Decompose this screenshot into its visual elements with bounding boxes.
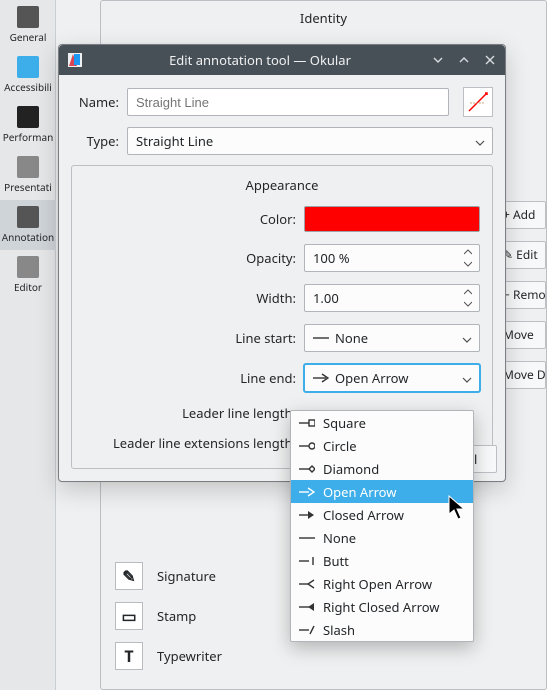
list-item-label: Signature <box>157 567 216 585</box>
leader-line-label: Leader line length: <box>84 404 304 422</box>
dropdown-item-label: Closed Arrow <box>323 506 404 524</box>
line-end-value: Open Arrow <box>335 369 409 387</box>
minimize-button[interactable] <box>429 51 447 69</box>
sidebar-label: Accessibili <box>4 80 52 94</box>
sidebar-label: Annotation <box>2 230 54 244</box>
dropdown-item-slash[interactable]: Slash <box>291 618 473 641</box>
sidebar-icon <box>17 156 39 178</box>
dropdown-item-label: Right Closed Arrow <box>323 598 440 616</box>
dropdown-item-diamond[interactable]: Diamond <box>291 457 473 480</box>
line-start-value: None <box>335 329 368 347</box>
color-label: Color: <box>84 210 304 228</box>
color-button[interactable] <box>304 206 480 232</box>
dialog-titlebar: Edit annotation tool — Okular <box>59 45 505 75</box>
open-arrow-icon <box>299 485 315 499</box>
app-icon <box>67 52 83 68</box>
dropdown-item-square[interactable]: Square <box>291 411 473 434</box>
line-end-label: Line end: <box>84 369 304 387</box>
opacity-label: Opacity: <box>84 249 304 267</box>
width-up[interactable] <box>461 287 475 297</box>
dropdown-item-label: Square <box>323 414 366 432</box>
settings-sidebar: General Accessibili Performan Presentati Ann… <box>0 0 56 690</box>
sidebar-label: Presentati <box>4 180 52 194</box>
slash-icon <box>299 623 315 637</box>
dropdown-item-label: Diamond <box>323 460 379 478</box>
type-combo-value: Straight Line <box>136 132 213 150</box>
identity-header: Identity <box>101 1 546 39</box>
dropdown-item-butt[interactable]: Butt <box>291 549 473 572</box>
sidebar-icon <box>17 256 39 278</box>
list-item-label: Stamp <box>157 607 196 625</box>
maximize-button[interactable] <box>455 51 473 69</box>
dropdown-item-open-arrow[interactable]: Open Arrow <box>291 480 473 503</box>
type-combo[interactable]: Straight Line <box>127 127 493 155</box>
line-start-label: Line start: <box>84 329 304 347</box>
width-label: Width: <box>84 289 304 307</box>
circle-icon <box>299 439 315 453</box>
sidebar-label: Editor <box>14 280 42 294</box>
list-item-label: Typewriter <box>157 647 222 665</box>
list-item-icon: T <box>115 642 143 670</box>
chevron-down-icon <box>461 332 473 344</box>
dropdown-item-closed-arrow[interactable]: Closed Arrow <box>291 503 473 526</box>
opacity-down[interactable] <box>461 259 475 269</box>
close-button[interactable] <box>481 51 499 69</box>
sidebar-icon <box>17 106 39 128</box>
none-icon <box>313 331 329 345</box>
dropdown-item-label: Circle <box>323 437 357 455</box>
width-value: 1.00 <box>313 289 339 307</box>
sidebar-item-accessibili[interactable]: Accessibili <box>0 50 56 100</box>
dropdown-item-none[interactable]: None <box>291 526 473 549</box>
closed-arrow-icon <box>299 508 315 522</box>
name-label: Name: <box>71 93 119 111</box>
opacity-spinbox[interactable]: 100 % <box>304 244 480 272</box>
square-icon <box>299 416 315 430</box>
type-label: Type: <box>71 132 119 150</box>
chevron-down-icon <box>474 135 486 147</box>
line-start-combo[interactable]: None <box>304 324 480 352</box>
sidebar-item-editor[interactable]: Editor <box>0 250 56 300</box>
dropdown-item-right-closed-arrow[interactable]: Right Closed Arrow <box>291 595 473 618</box>
sidebar-item-performan[interactable]: Performan <box>0 100 56 150</box>
sidebar-item-presentati[interactable]: Presentati <box>0 150 56 200</box>
list-item-icon: ▭ <box>115 602 143 630</box>
sidebar-label: Performan <box>3 130 54 144</box>
right-closed-arrow-icon <box>299 600 315 614</box>
dropdown-item-label: Open Arrow <box>323 483 397 501</box>
leader-ext-label: Leader line extensions length: <box>84 434 304 452</box>
tool-preview <box>463 87 493 117</box>
dropdown-item-circle[interactable]: Circle <box>291 434 473 457</box>
open-arrow-icon <box>313 371 329 385</box>
opacity-up[interactable] <box>461 247 475 257</box>
right-open-arrow-icon <box>299 577 315 591</box>
butt-icon <box>299 554 315 568</box>
dropdown-item-label: Butt <box>323 552 349 570</box>
width-down[interactable] <box>461 299 475 309</box>
line-end-combo[interactable]: Open Arrow <box>304 364 480 392</box>
sidebar-item-general[interactable]: General <box>0 0 56 50</box>
dialog-title: Edit annotation tool — Okular <box>91 51 429 69</box>
opacity-value: 100 % <box>313 249 350 267</box>
dropdown-item-right-open-arrow[interactable]: Right Open Arrow <box>291 572 473 595</box>
sidebar-icon <box>17 206 39 228</box>
list-item[interactable]: T Typewriter <box>109 636 446 676</box>
chevron-down-icon <box>461 372 473 384</box>
list-item-icon: ✎ <box>115 562 143 590</box>
line-end-dropdown: Square Circle Diamond Open Arrow Closed Arro… <box>290 410 474 642</box>
width-spinbox[interactable]: 1.00 <box>304 284 480 312</box>
diamond-icon <box>299 462 315 476</box>
sidebar-icon <box>17 6 39 28</box>
appearance-title: Appearance <box>84 176 480 194</box>
dropdown-item-label: None <box>323 529 356 547</box>
sidebar-label: General <box>10 30 47 44</box>
sidebar-icon <box>17 56 39 78</box>
none-icon <box>299 531 315 545</box>
dropdown-item-label: Right Open Arrow <box>323 575 432 593</box>
name-input[interactable] <box>127 88 449 116</box>
dropdown-item-label: Slash <box>323 621 355 639</box>
sidebar-item-annotation[interactable]: Annotation <box>0 200 56 250</box>
